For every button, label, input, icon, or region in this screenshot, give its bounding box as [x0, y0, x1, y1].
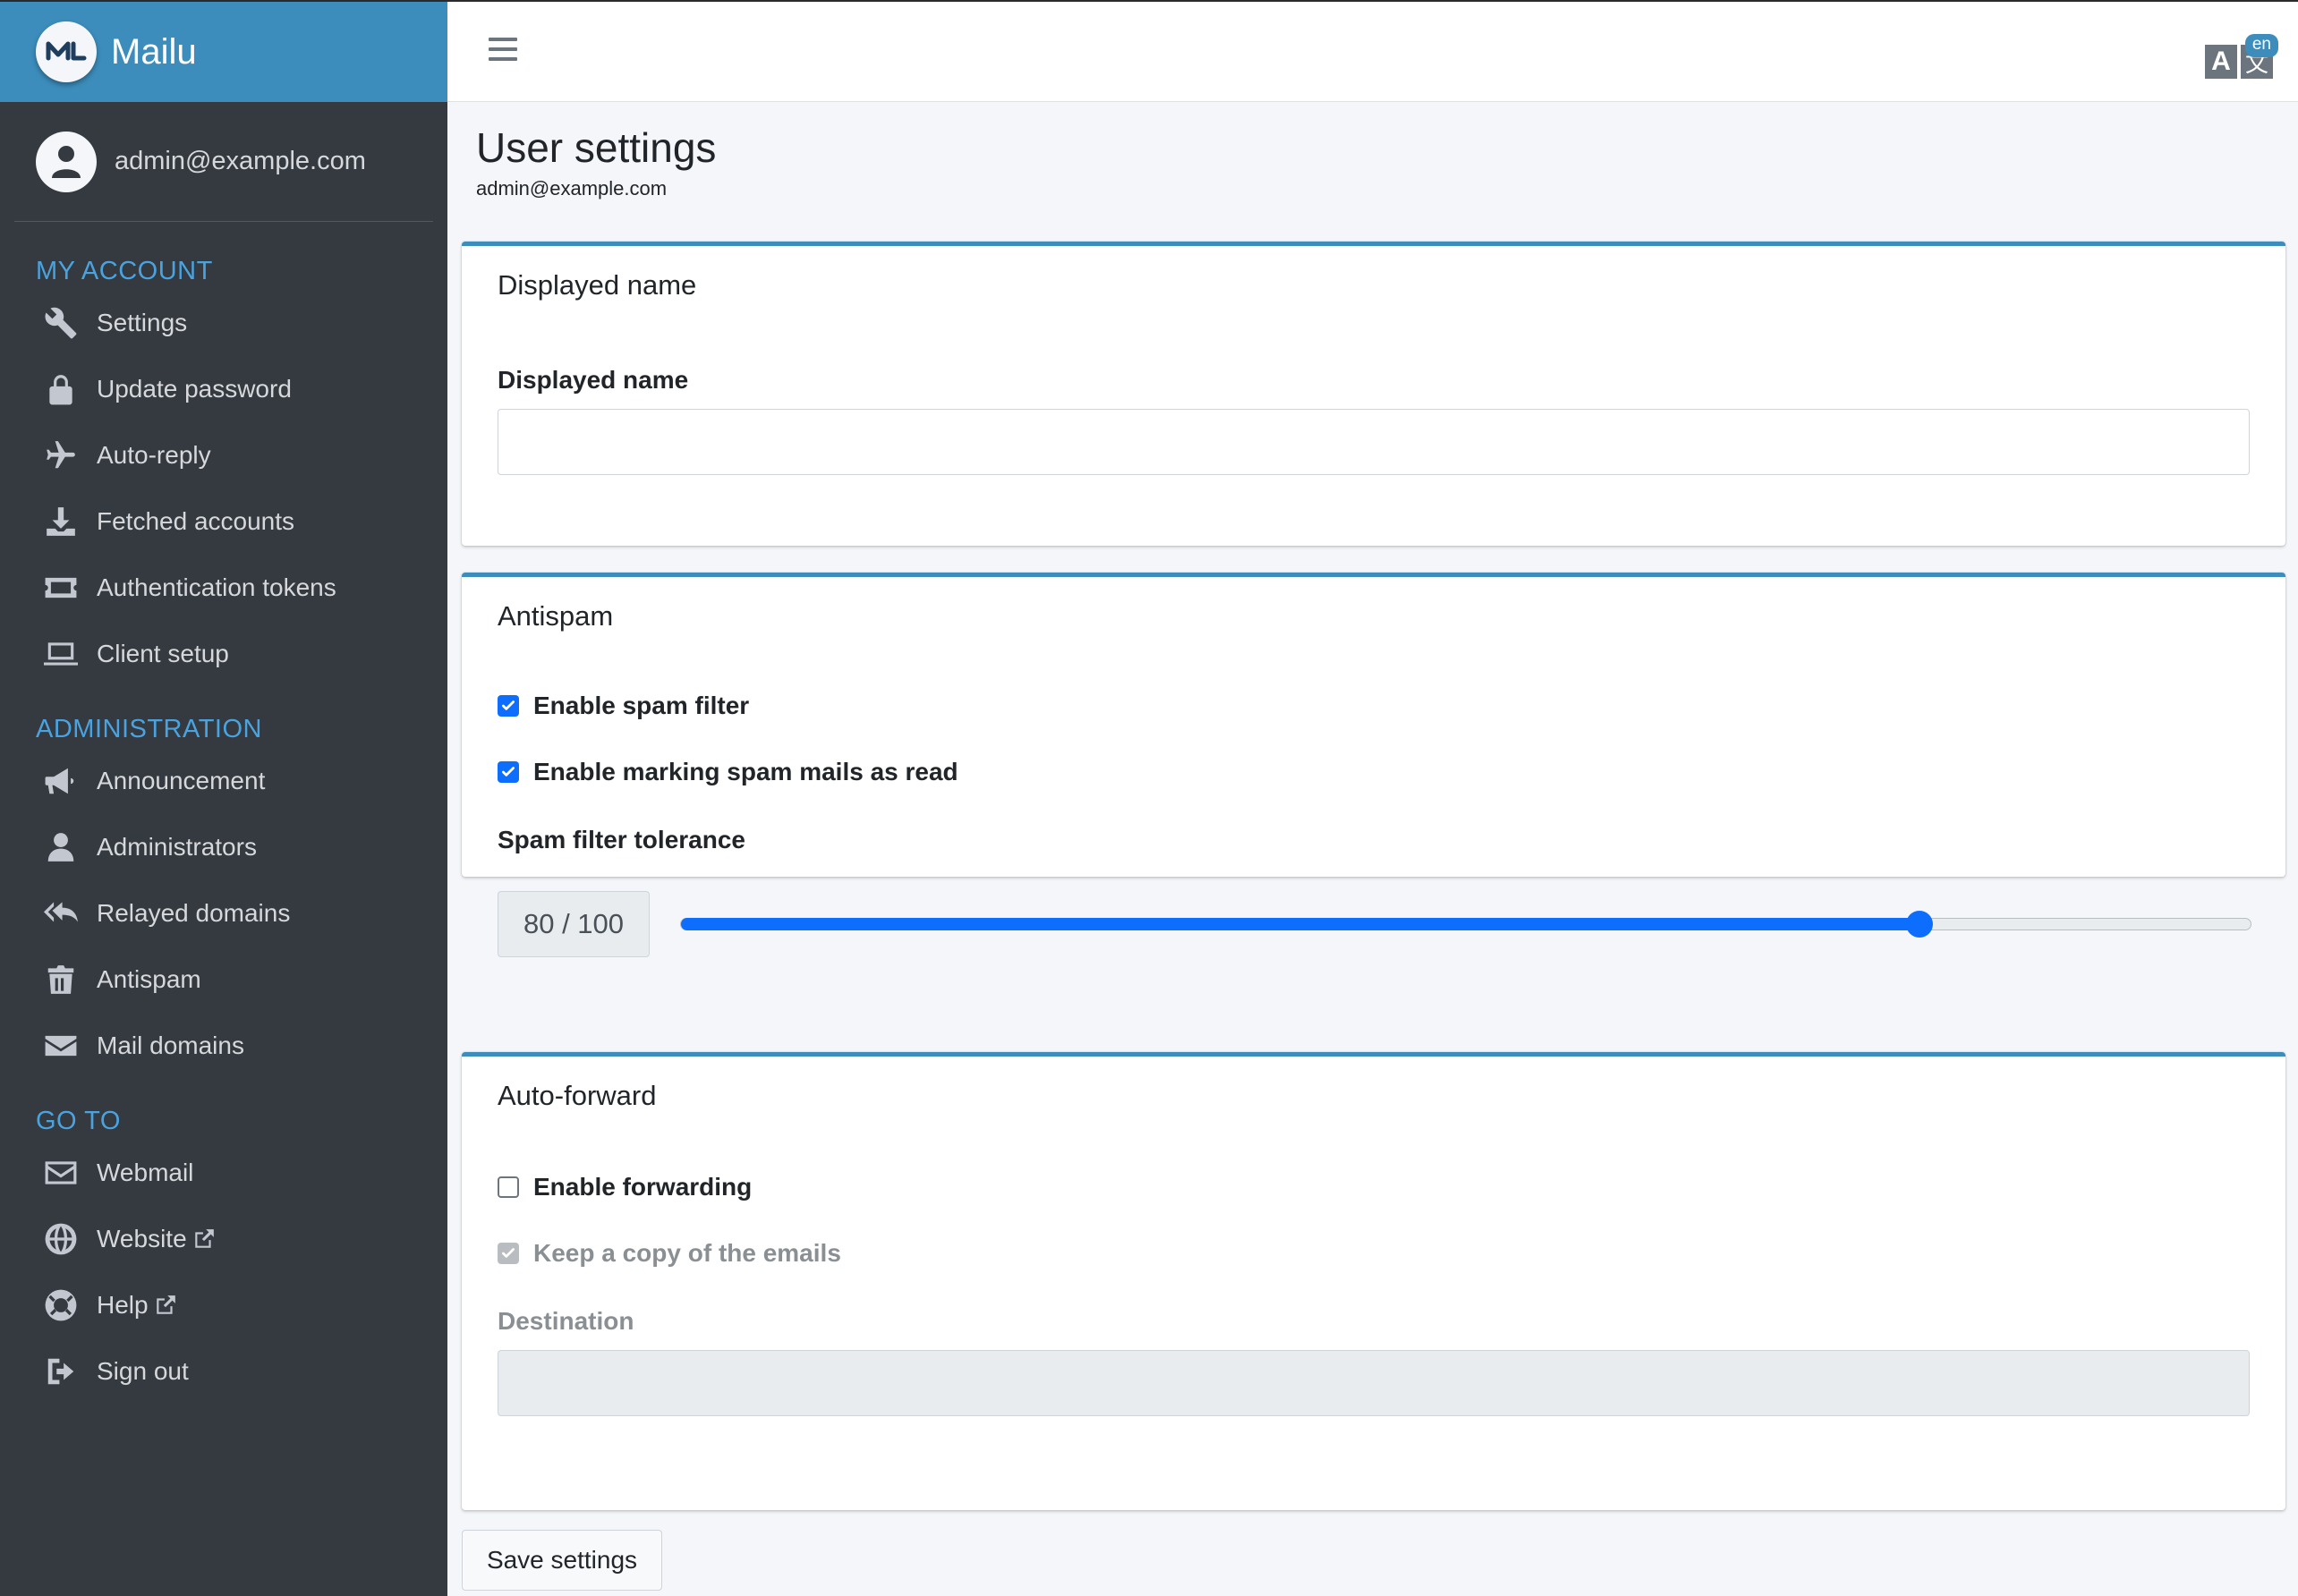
sidebar-item-authentication-tokens[interactable]: Authentication tokens [0, 555, 447, 621]
slider-fill [681, 918, 1919, 930]
language-icon-a: A [2205, 45, 2237, 79]
envelope-icon [43, 1028, 79, 1064]
checkmark-icon [502, 1248, 515, 1258]
keep-copy-row: Keep a copy of the emails [498, 1239, 841, 1268]
mark-spam-read-row[interactable]: Enable marking spam mails as read [498, 758, 958, 786]
card-title: Auto-forward [498, 1080, 657, 1111]
wrench-icon [43, 305, 79, 341]
menu-toggle-icon[interactable] [489, 38, 517, 63]
tolerance-value-display: 80 / 100 [498, 891, 650, 957]
displayed-name-input[interactable] [498, 409, 2250, 475]
enable-forwarding-label: Enable forwarding [533, 1173, 753, 1201]
enable-spam-filter-checkbox[interactable] [498, 695, 519, 717]
destination-input [498, 1350, 2250, 1416]
mark-spam-read-checkbox[interactable] [498, 761, 519, 783]
envelope-outline-icon [43, 1155, 79, 1191]
sign-out-icon [43, 1354, 79, 1389]
laptop-icon [43, 636, 79, 672]
reply-all-icon [43, 896, 79, 931]
sidebar-item-sign-out[interactable]: Sign out [0, 1338, 447, 1405]
user-email: admin@example.com [115, 147, 366, 175]
ticket-icon [43, 570, 79, 606]
card-antispam: Antispam Enable spam filter Enable marki… [462, 573, 2285, 877]
external-link-icon [156, 1295, 175, 1314]
trash-icon [43, 962, 79, 998]
sidebar-item-antispam[interactable]: Antispam [0, 947, 447, 1013]
language-badge: en [2244, 34, 2278, 57]
keep-copy-checkbox [498, 1243, 519, 1264]
main-content: User settings admin@example.com Displaye… [462, 102, 2285, 1591]
user-icon [43, 829, 79, 865]
section-header-go-to: GO TO [36, 1107, 121, 1135]
mark-spam-read-label: Enable marking spam mails as read [533, 758, 958, 785]
page-title: User settings [476, 124, 717, 171]
sidebar-item-update-password[interactable]: Update password [0, 356, 447, 422]
brand-name: Mailu [111, 31, 197, 72]
sidebar-item-relayed-domains[interactable]: Relayed domains [0, 880, 447, 947]
sidebar-item-announcement[interactable]: Announcement [0, 748, 447, 814]
user-panel[interactable]: admin@example.com [14, 102, 433, 222]
sidebar-item-mail-domains[interactable]: Mail domains [0, 1013, 447, 1079]
page-subtitle: admin@example.com [476, 177, 668, 200]
top-navbar: A 文 en [447, 0, 2298, 102]
sidebar-item-auto-reply[interactable]: Auto-reply [0, 422, 447, 488]
checkmark-icon [502, 700, 515, 710]
sidebar-item-fetched-accounts[interactable]: Fetched accounts [0, 488, 447, 555]
card-displayed-name: Displayed name Displayed name [462, 242, 2285, 546]
avatar-icon [36, 131, 97, 192]
checkmark-icon [502, 767, 515, 777]
globe-icon [43, 1221, 79, 1257]
sidebar-item-help[interactable]: Help [0, 1272, 447, 1338]
language-selector[interactable]: A 文 en [2205, 34, 2278, 81]
section-header-administration: ADMINISTRATION [36, 715, 262, 743]
save-settings-button[interactable]: Save settings [462, 1530, 662, 1591]
sidebar-item-administrators[interactable]: Administrators [0, 814, 447, 880]
keep-copy-label: Keep a copy of the emails [533, 1239, 841, 1267]
section-header-my-account: MY ACCOUNT [36, 257, 213, 285]
lifebuoy-icon [43, 1287, 79, 1323]
enable-forwarding-checkbox[interactable] [498, 1176, 519, 1198]
enable-spam-filter-label: Enable spam filter [533, 692, 750, 719]
card-title: Antispam [498, 600, 614, 632]
sidebar: Mailu admin@example.com MY ACCOUNT Setti… [0, 0, 447, 1596]
sidebar-item-website[interactable]: Website [0, 1206, 447, 1272]
spam-tolerance-label: Spam filter tolerance [498, 826, 745, 853]
lock-icon [43, 371, 79, 407]
mailu-logo-icon [36, 21, 97, 82]
destination-label: Destination [498, 1307, 634, 1335]
slider-thumb[interactable] [1906, 911, 1933, 938]
sidebar-item-settings[interactable]: Settings [0, 290, 447, 356]
sidebar-item-client-setup[interactable]: Client setup [0, 621, 447, 687]
card-auto-forward: Auto-forward Enable forwarding Keep a co… [462, 1052, 2285, 1510]
displayed-name-label: Displayed name [498, 366, 689, 394]
brand-link[interactable]: Mailu [0, 0, 447, 102]
external-link-icon [194, 1229, 214, 1248]
spam-tolerance-slider[interactable] [680, 911, 2251, 938]
bullhorn-icon [43, 763, 79, 799]
enable-forwarding-row[interactable]: Enable forwarding [498, 1173, 752, 1201]
download-icon [43, 504, 79, 539]
card-title: Displayed name [498, 269, 697, 301]
plane-icon [43, 437, 79, 473]
sidebar-item-webmail[interactable]: Webmail [0, 1140, 447, 1206]
enable-spam-filter-row[interactable]: Enable spam filter [498, 692, 749, 720]
